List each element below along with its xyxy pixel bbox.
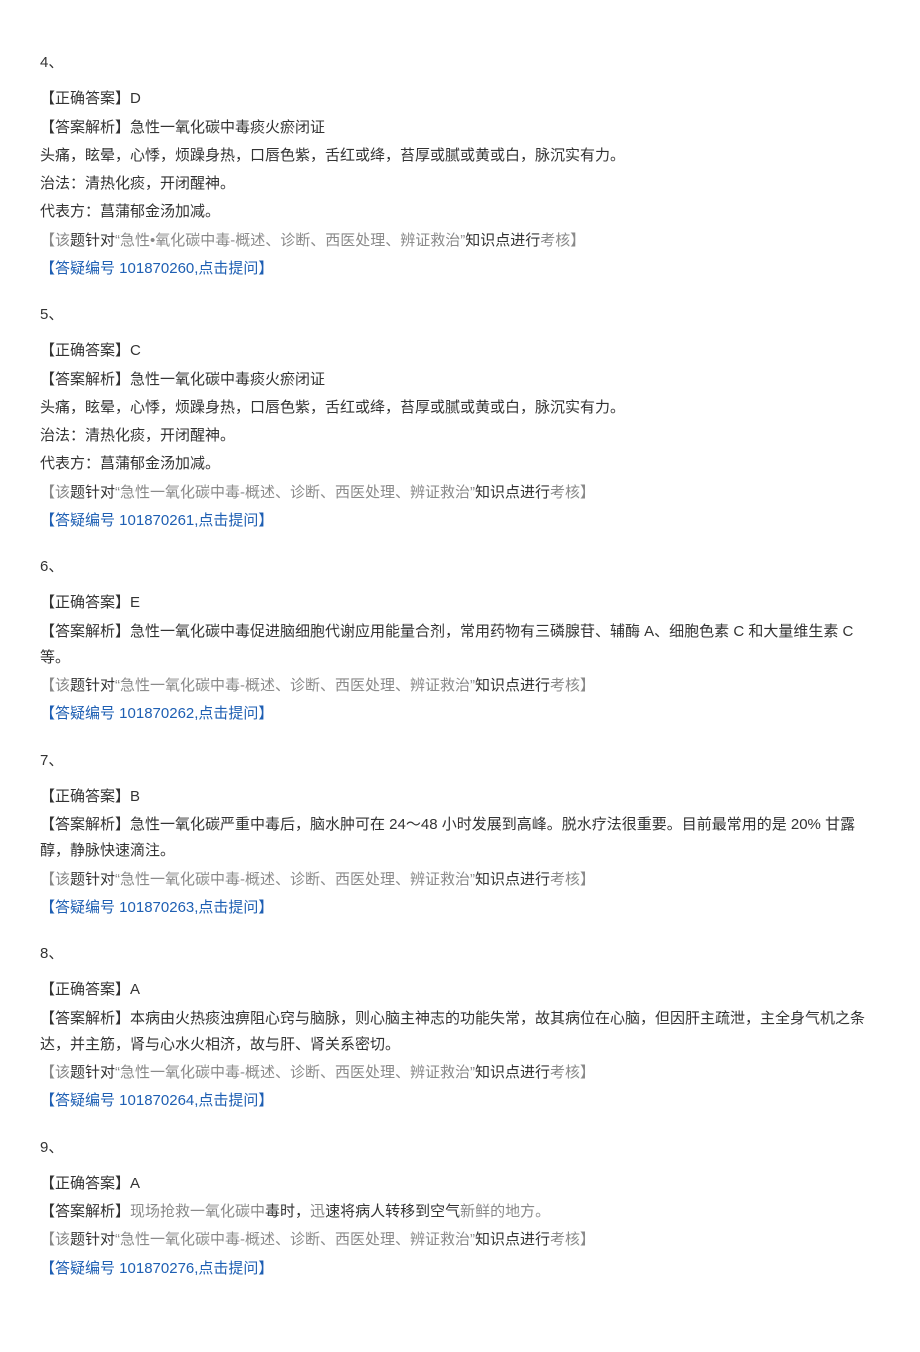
explanation-line: 【答案解析】急性一氧化碳严重中毒后，脑水肿可在 24～48 小时发展到高峰。脱水… [40, 812, 880, 865]
knowledge-pre: 【该 [40, 677, 70, 694]
knowledge-mid2: 知识点进行 [475, 484, 550, 501]
correct-answer: 【正确答案】A [40, 1171, 880, 1197]
qa-link[interactable]: 【答疑编号 101870264,点击提问】 [40, 1088, 880, 1114]
question-block: 4、【正确答案】D 【答案解析】急性一氧化碳中毒痰火瘀闭证头痛，眩晕，心悸，烦躁身… [40, 50, 880, 282]
explanation-fragment: 现场抢救一氧化碳中 [130, 1203, 265, 1220]
explanation-fragment: 【答案解析】 [40, 1203, 130, 1220]
knowledge-post: 考核】 [550, 871, 595, 888]
knowledge-pre: 【该 [40, 484, 70, 501]
correct-answer: 【正确答案】A [40, 977, 880, 1003]
knowledge-mid2: 知识点进行 [475, 871, 550, 888]
explanation-line: 头痛，眩晕，心悸，烦躁身热，口唇色紫，舌红或绛，苔厚或腻或黄或白，脉沉实有力。 [40, 143, 880, 169]
explanation-fragment: 新鲜的地方。 [460, 1203, 550, 1220]
question-block: 6、【正确答案】E 【答案解析】急性一氧化碳中毒促进脑细胞代谢应用能量合剂，常用药… [40, 554, 880, 728]
qa-link[interactable]: 【答疑编号 101870263,点击提问】 [40, 895, 880, 921]
knowledge-mid: 题针对 [70, 1231, 115, 1248]
question-block: 8、【正确答案】A 【答案解析】本病由火热痰浊痹阻心窍与脑脉，则心脑主神志的功能失… [40, 941, 880, 1115]
qa-link[interactable]: 【答疑编号 101870261,点击提问】 [40, 508, 880, 534]
explanation-line: 治法：清热化痰，开闭醒神。 [40, 423, 880, 449]
knowledge-quote: “急性一氧化碳中毒-概述、诊断、西医处理、辨证救治” [115, 484, 475, 501]
knowledge-mid: 题针对 [70, 1064, 115, 1081]
knowledge-quote: “急性一氧化碳中毒-概述、诊断、西医处理、辨证救治” [115, 871, 475, 888]
explanation-line: 治法：清热化痰，开闭醒神。 [40, 171, 880, 197]
knowledge-point: 【该题针对“急性一氧化碳中毒-概述、诊断、西医处理、辨证救治”知识点进行考核】 [40, 480, 880, 506]
knowledge-mid2: 知识点进行 [475, 1231, 550, 1248]
question-number: 4、 [40, 50, 880, 76]
correct-answer: 【正确答案】C [40, 338, 880, 364]
explanation-line: 【答案解析】急性一氧化碳中毒痰火瘀闭证 [40, 367, 880, 393]
knowledge-point: 【该题针对“急性一氧化碳中毒-概述、诊断、西医处理、辨证救治”知识点进行考核】 [40, 1227, 880, 1253]
knowledge-point: 【该题针对“急性•氧化碳中毒-概述、诊断、西医处理、辨证救治”知识点进行考核】 [40, 228, 880, 254]
explanation-line: 【答案解析】急性一氧化碳中毒促进脑细胞代谢应用能量合剂，常用药物有三磷腺苷、辅酶… [40, 619, 880, 672]
knowledge-post: 考核】 [550, 677, 595, 694]
question-block: 7、【正确答案】B【答案解析】急性一氧化碳严重中毒后，脑水肿可在 24～48 小… [40, 748, 880, 922]
knowledge-pre: 【该 [40, 871, 70, 888]
explanation-fragment: 速将病 [325, 1203, 370, 1220]
knowledge-mid2: 知识点进行 [475, 677, 550, 694]
knowledge-mid: 题针对 [70, 232, 115, 249]
explanation-fragment: 毒时， [265, 1203, 310, 1220]
question-number: 9、 [40, 1135, 880, 1161]
knowledge-post: 考核】 [540, 232, 585, 249]
explanation-line: 代表方：菖蒲郁金汤加减。 [40, 451, 880, 477]
explanation-line: 头痛，眩晕，心悸，烦躁身热，口唇色紫，舌红或绛，苔厚或腻或黄或白，脉沉实有力。 [40, 395, 880, 421]
knowledge-mid2: 知识点进行 [465, 232, 540, 249]
knowledge-mid: 题针对 [70, 871, 115, 888]
explanation-line: 【答案解析】本病由火热痰浊痹阻心窍与脑脉，则心脑主神志的功能失常，故其病位在心脑… [40, 1006, 880, 1059]
explanation-line: 【答案解析】急性一氧化碳中毒痰火瘀闭证 [40, 115, 880, 141]
knowledge-pre: 【该 [40, 232, 70, 249]
question-number: 6、 [40, 554, 880, 580]
knowledge-quote: “急性一氧化碳中毒-概述、诊断、西医处理、辨证救治” [115, 1064, 475, 1081]
knowledge-pre: 【该 [40, 1064, 70, 1081]
explanation-fragment: 人转移到空气 [370, 1203, 460, 1220]
explanation-fragment: 迅 [310, 1203, 325, 1220]
explanation-line: 【答案解析】现场抢救一氧化碳中毒时，迅速将病人转移到空气新鲜的地方。 [40, 1199, 880, 1225]
knowledge-point: 【该题针对“急性一氧化碳中毒-概述、诊断、西医处理、辨证救治”知识点进行考核】 [40, 673, 880, 699]
qa-link[interactable]: 【答疑编号 101870276,点击提问】 [40, 1256, 880, 1282]
question-block: 9、【正确答案】A【答案解析】现场抢救一氧化碳中毒时，迅速将病人转移到空气新鲜的… [40, 1135, 880, 1282]
question-block: 5、【正确答案】C 【答案解析】急性一氧化碳中毒痰火瘀闭证头痛，眩晕，心悸，烦躁身… [40, 302, 880, 534]
knowledge-quote: “急性•氧化碳中毒-概述、诊断、西医处理、辨证救治” [115, 232, 465, 249]
qa-link[interactable]: 【答疑编号 101870260,点击提问】 [40, 256, 880, 282]
knowledge-quote: “急性一氧化碳中毒-概述、诊断、西医处理、辨证救治” [115, 677, 475, 694]
knowledge-post: 考核】 [550, 1231, 595, 1248]
knowledge-point: 【该题针对“急性一氧化碳中毒-概述、诊断、西医处理、辨证救治”知识点进行考核】 [40, 867, 880, 893]
correct-answer: 【正确答案】D [40, 86, 880, 112]
knowledge-mid2: 知识点进行 [475, 1064, 550, 1081]
knowledge-mid: 题针对 [70, 484, 115, 501]
question-number: 5、 [40, 302, 880, 328]
knowledge-mid: 题针对 [70, 677, 115, 694]
question-number: 8、 [40, 941, 880, 967]
explanation-line: 代表方：菖蒲郁金汤加减。 [40, 199, 880, 225]
knowledge-point: 【该题针对“急性一氧化碳中毒-概述、诊断、西医处理、辨证救治”知识点进行考核】 [40, 1060, 880, 1086]
knowledge-pre: 【该 [40, 1231, 70, 1248]
question-number: 7、 [40, 748, 880, 774]
correct-answer: 【正确答案】B [40, 784, 880, 810]
knowledge-quote: “急性一氧化碳中毒-概述、诊断、西医处理、辨证救治” [115, 1231, 475, 1248]
knowledge-post: 考核】 [550, 1064, 595, 1081]
page-content: 4、【正确答案】D 【答案解析】急性一氧化碳中毒痰火瘀闭证头痛，眩晕，心悸，烦躁身… [0, 0, 920, 1352]
qa-link[interactable]: 【答疑编号 101870262,点击提问】 [40, 701, 880, 727]
correct-answer: 【正确答案】E [40, 590, 880, 616]
knowledge-post: 考核】 [550, 484, 595, 501]
